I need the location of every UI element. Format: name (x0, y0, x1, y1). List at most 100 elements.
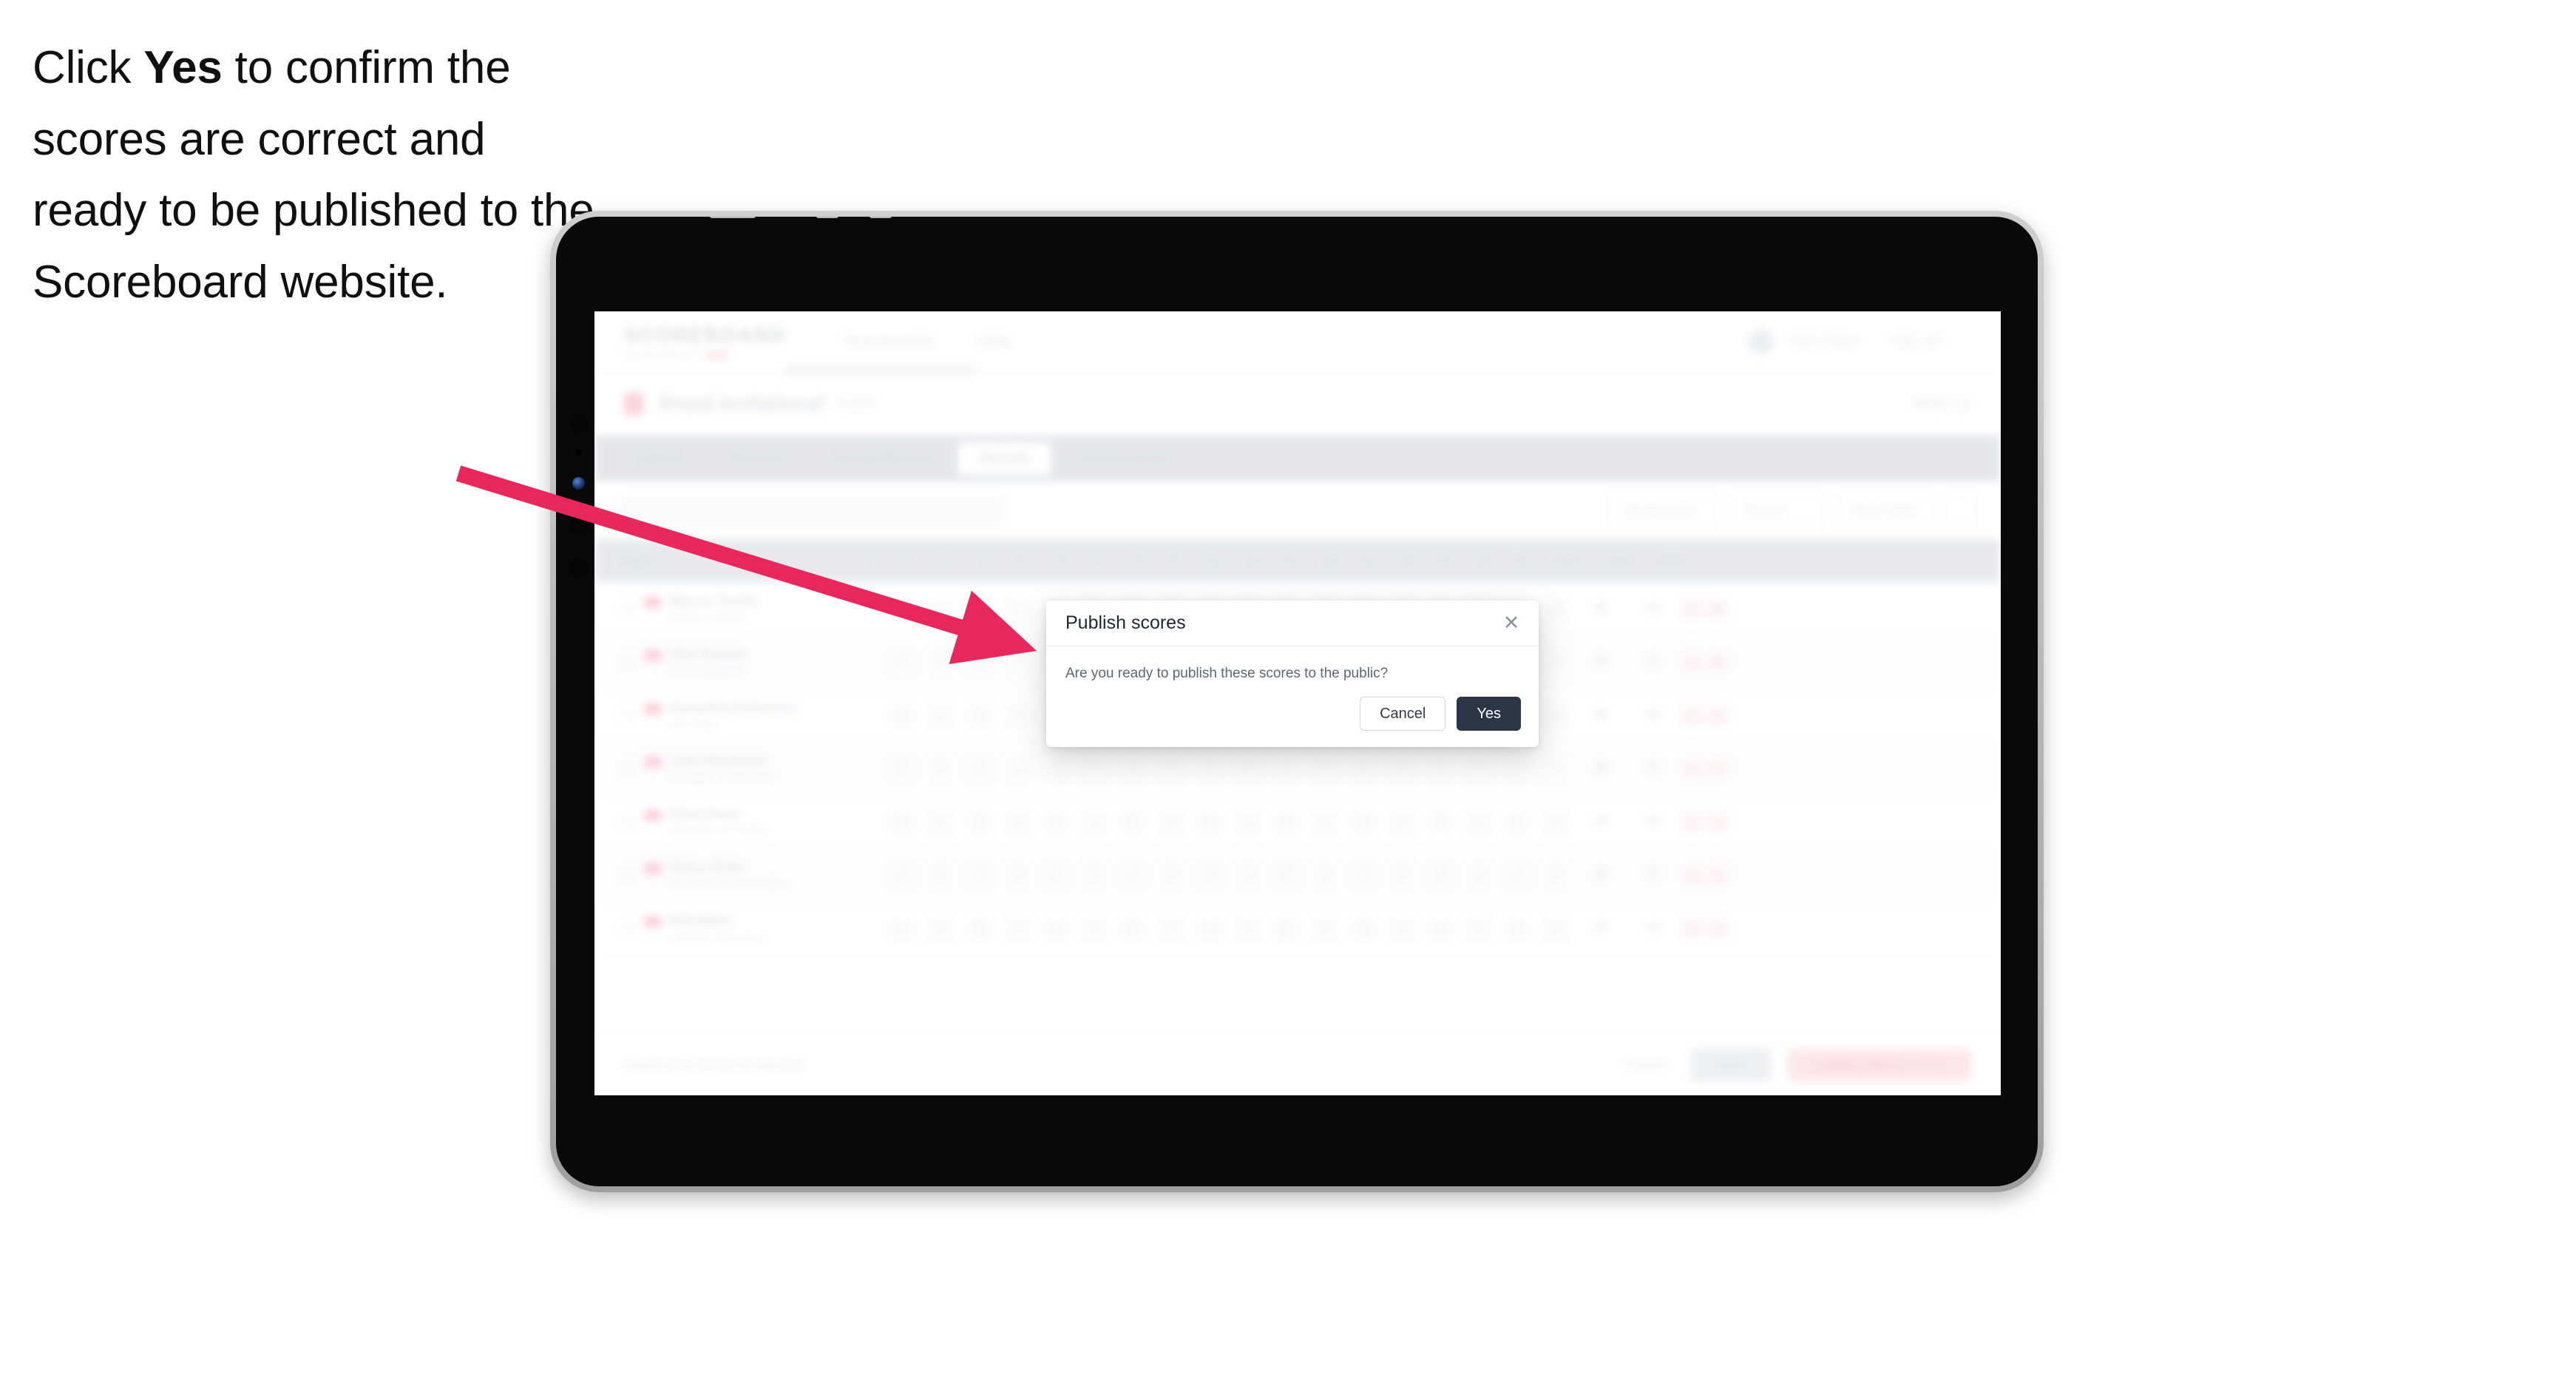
hole-cell[interactable]: 3 (921, 595, 960, 621)
row-checkbox[interactable] (611, 814, 645, 829)
hole-score-input[interactable]: 5 (1466, 808, 1491, 834)
filter-round[interactable]: Round (1729, 495, 1823, 526)
hole-cell[interactable]: 4 (1383, 915, 1421, 941)
hole-cell[interactable]: 5 (1267, 862, 1306, 888)
hole-score-input[interactable]: 4 (889, 808, 915, 834)
close-icon[interactable]: ✕ (1500, 612, 1522, 635)
hole-score-input[interactable]: 3 (1120, 915, 1145, 941)
save-button[interactable]: Save (1689, 1048, 1772, 1081)
sign-out-link[interactable]: Sign out (1890, 334, 1942, 350)
hole-score-input[interactable]: 4 (1274, 808, 1299, 834)
hole-cell[interactable]: 4 (1536, 808, 1575, 834)
hole-score-input[interactable]: 3 (928, 595, 953, 621)
hole-score-input[interactable]: 5 (1005, 649, 1030, 675)
hole-cell[interactable]: 4 (1152, 862, 1190, 888)
hole-score-input[interactable]: 4 (966, 755, 992, 781)
hole-cell[interactable]: 3 (1536, 595, 1575, 621)
hole-cell[interactable]: 4 (1306, 862, 1344, 888)
tab-details[interactable]: Details (615, 442, 705, 476)
hole-cell[interactable]: 4 (883, 595, 921, 621)
hole-cell[interactable]: 4 (1190, 755, 1229, 781)
hole-score-input[interactable]: 4 (1082, 755, 1107, 781)
hole-cell[interactable]: 4 (1229, 862, 1267, 888)
hole-cell[interactable]: 4 (1306, 755, 1344, 781)
hole-score-input[interactable]: 4 (1505, 915, 1530, 941)
hole-score-input[interactable]: 3 (1543, 862, 1568, 888)
hole-cell[interactable]: 5 (1037, 755, 1075, 781)
brand-logo[interactable]: SCOREBOARD TOURNAMENTS (624, 324, 787, 359)
hole-score-input[interactable]: 3 (1005, 755, 1030, 781)
hole-cell[interactable]: 3 (960, 915, 998, 941)
hole-cell[interactable]: 3 (1498, 755, 1536, 781)
hole-cell[interactable]: 5 (960, 808, 998, 834)
hole-score-input[interactable]: 5 (1120, 808, 1145, 834)
hole-cell[interactable]: 3 (1037, 862, 1075, 888)
filter-divisions[interactable]: All Divisions (1609, 495, 1717, 526)
hole-score-input[interactable]: 3 (1197, 862, 1222, 888)
row-checkbox[interactable] (611, 920, 645, 936)
hole-cell[interactable]: 5 (998, 702, 1037, 728)
hole-cell[interactable]: 3 (883, 649, 921, 675)
hole-score-input[interactable]: 3 (1236, 808, 1261, 834)
hole-cell[interactable]: 5 (1075, 862, 1114, 888)
hole-score-input[interactable]: 4 (1351, 862, 1376, 888)
hole-cell[interactable]: 5 (1460, 808, 1498, 834)
hole-cell[interactable]: 5 (1383, 755, 1421, 781)
row-checkbox[interactable] (611, 707, 645, 723)
hole-cell[interactable]: 4 (1037, 808, 1075, 834)
table-row[interactable]: Bob Baker Lakeview Community 4 4 3 5 4 4 3 5 4 4 3 4 5… (594, 902, 2001, 955)
hole-cell[interactable]: 4 (883, 915, 921, 941)
hole-score-input[interactable]: 5 (1005, 702, 1030, 728)
hole-cell[interactable]: 4 (921, 649, 960, 675)
hole-cell[interactable]: 4 (1536, 649, 1575, 675)
checkbox-icon[interactable] (620, 814, 635, 829)
hole-score-input[interactable]: 4 (1543, 649, 1568, 675)
hole-score-input[interactable]: 4 (1197, 808, 1222, 834)
hole-score-input[interactable]: 4 (1120, 862, 1145, 888)
hole-score-input[interactable]: 4 (928, 915, 953, 941)
hole-score-input[interactable]: 3 (889, 649, 915, 675)
hole-cell[interactable]: 3 (998, 755, 1037, 781)
hole-score-input[interactable]: 3 (1428, 808, 1453, 834)
hole-cell[interactable]: 5 (1344, 915, 1383, 941)
hole-score-input[interactable]: 4 (1389, 808, 1414, 834)
tab-leaderboard[interactable]: Leaderboard (1059, 442, 1187, 476)
hole-score-input[interactable]: 5 (1543, 702, 1568, 728)
hole-cell[interactable]: 4 (960, 649, 998, 675)
hole-score-input[interactable]: 4 (1120, 755, 1145, 781)
hole-score-input[interactable]: 3 (1351, 755, 1376, 781)
hole-score-input[interactable]: 3 (1159, 755, 1184, 781)
checkbox-icon[interactable] (620, 654, 635, 669)
hole-score-input[interactable]: 4 (1389, 915, 1414, 941)
nav-item-tournaments[interactable]: Tournaments (843, 333, 932, 351)
hole-cell[interactable]: 3 (1344, 755, 1383, 781)
hole-cell[interactable]: 4 (1460, 862, 1498, 888)
hole-score-input[interactable]: 4 (966, 649, 992, 675)
hole-cell[interactable]: 4 (921, 702, 960, 728)
hole-cell[interactable]: 4 (1152, 808, 1190, 834)
hole-score-input[interactable]: 4 (1466, 862, 1491, 888)
hole-cell[interactable]: 5 (1306, 808, 1344, 834)
hole-cell[interactable]: 4 (1075, 915, 1114, 941)
hole-cell[interactable]: 4 (1536, 915, 1575, 941)
hole-score-input[interactable]: 5 (1159, 915, 1184, 941)
hole-score-input[interactable]: 4 (1197, 755, 1222, 781)
hole-score-input[interactable]: 3 (1082, 808, 1107, 834)
hole-cell[interactable]: 5 (1421, 862, 1460, 888)
hole-cell[interactable]: 4 (998, 808, 1037, 834)
hole-score-input[interactable]: 5 (1236, 755, 1261, 781)
hole-cell[interactable]: 4 (998, 862, 1037, 888)
hole-cell[interactable]: 4 (921, 915, 960, 941)
cancel-button[interactable]: Cancel (1360, 697, 1446, 731)
checkbox-icon[interactable] (620, 867, 635, 882)
checkbox-icon[interactable] (620, 920, 635, 936)
hole-cell[interactable]: 5 (960, 595, 998, 621)
checkbox-icon[interactable] (620, 760, 635, 776)
search-input[interactable] (620, 496, 1004, 525)
tab-results[interactable]: Results (957, 442, 1052, 476)
hole-score-input[interactable]: 5 (1351, 915, 1376, 941)
hole-score-input[interactable]: 4 (1043, 808, 1068, 834)
hole-score-input[interactable]: 3 (1274, 915, 1299, 941)
nav-item-help[interactable]: Help (978, 333, 1010, 351)
hole-score-input[interactable]: 4 (1274, 755, 1299, 781)
